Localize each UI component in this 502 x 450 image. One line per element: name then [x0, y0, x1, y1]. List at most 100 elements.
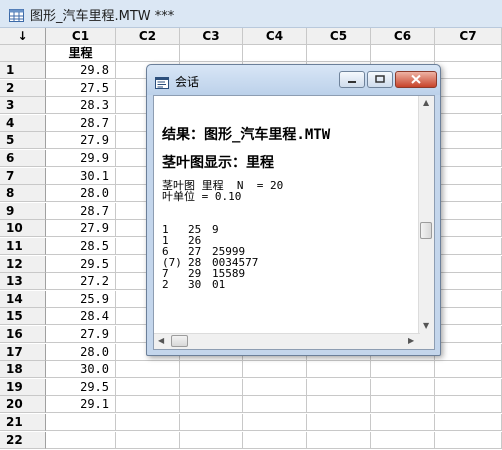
data-cell[interactable]	[435, 273, 502, 291]
session-title-bar[interactable]: 会话	[147, 65, 440, 95]
data-cell[interactable]: 27.9	[46, 220, 116, 238]
data-cell[interactable]	[435, 220, 502, 238]
data-cell[interactable]: 28.3	[46, 97, 116, 115]
row-number[interactable]: 16	[0, 326, 46, 343]
column-header-c1[interactable]: C1	[46, 28, 116, 45]
column-name-c6[interactable]	[371, 45, 435, 62]
data-cell[interactable]	[435, 62, 502, 79]
row-number[interactable]: 1	[0, 62, 46, 79]
data-cell[interactable]	[46, 414, 116, 431]
column-name-c5[interactable]	[307, 45, 371, 62]
data-cell[interactable]	[371, 431, 435, 449]
data-cell[interactable]	[435, 431, 502, 449]
data-cell[interactable]	[116, 396, 180, 414]
row-number[interactable]: 10	[0, 220, 46, 238]
data-cell[interactable]: 29.5	[46, 378, 116, 396]
data-cell[interactable]: 30.1	[46, 167, 116, 185]
data-cell[interactable]	[116, 361, 180, 379]
data-cell[interactable]	[116, 431, 180, 449]
data-cell[interactable]	[307, 361, 371, 379]
data-cell[interactable]	[435, 361, 502, 379]
session-window[interactable]: 会话 结果：图形_汽车里程.MTW 茎叶图显示：里程 茎叶图 里程 N = 20…	[146, 64, 441, 356]
column-name-c2[interactable]	[116, 45, 180, 62]
vertical-scrollbar[interactable]: ▲ ▼	[418, 96, 434, 334]
scroll-right-icon[interactable]: ▶	[408, 337, 414, 345]
data-cell[interactable]: 29.5	[46, 255, 116, 273]
scroll-down-icon[interactable]: ▼	[423, 322, 429, 330]
row-number[interactable]: 17	[0, 343, 46, 361]
data-cell[interactable]	[180, 431, 243, 449]
data-cell[interactable]	[435, 132, 502, 150]
data-cell[interactable]: 28.0	[46, 343, 116, 361]
data-cell[interactable]	[435, 167, 502, 185]
data-cell[interactable]: 30.0	[46, 361, 116, 379]
data-cell[interactable]: 28.5	[46, 238, 116, 255]
row-number[interactable]: 14	[0, 290, 46, 308]
corner-arrow[interactable]: ↓	[0, 28, 46, 45]
data-cell[interactable]	[116, 378, 180, 396]
data-cell[interactable]	[180, 361, 243, 379]
data-cell[interactable]: 29.8	[46, 62, 116, 79]
data-cell[interactable]	[371, 396, 435, 414]
data-cell[interactable]	[180, 396, 243, 414]
data-cell[interactable]: 29.9	[46, 150, 116, 167]
data-cell[interactable]	[435, 79, 502, 97]
minimize-button[interactable]	[339, 71, 365, 88]
column-name-c1[interactable]: 里程	[46, 45, 116, 62]
column-header-c4[interactable]: C4	[243, 28, 307, 45]
data-cell[interactable]	[371, 378, 435, 396]
data-cell[interactable]	[435, 378, 502, 396]
data-cell[interactable]	[435, 97, 502, 115]
data-cell[interactable]: 27.9	[46, 132, 116, 150]
row-number[interactable]: 15	[0, 308, 46, 326]
column-name-c7[interactable]	[435, 45, 502, 62]
horizontal-scroll-thumb[interactable]	[171, 335, 188, 347]
row-number[interactable]: 4	[0, 114, 46, 132]
row-number[interactable]: 18	[0, 361, 46, 379]
column-header-c7[interactable]: C7	[435, 28, 502, 45]
row-number[interactable]: 20	[0, 396, 46, 414]
data-cell[interactable]: 27.9	[46, 326, 116, 343]
row-number[interactable]: 5	[0, 132, 46, 150]
close-button[interactable]	[395, 71, 437, 88]
row-number[interactable]: 7	[0, 167, 46, 185]
column-header-c6[interactable]: C6	[371, 28, 435, 45]
vertical-scroll-thumb[interactable]	[420, 222, 432, 239]
data-cell[interactable]	[243, 378, 307, 396]
data-cell[interactable]	[371, 361, 435, 379]
column-name-c4[interactable]	[243, 45, 307, 62]
column-header-c2[interactable]: C2	[116, 28, 180, 45]
row-number[interactable]: 12	[0, 255, 46, 273]
data-cell[interactable]	[180, 378, 243, 396]
data-cell[interactable]	[435, 202, 502, 220]
data-cell[interactable]	[243, 431, 307, 449]
data-cell[interactable]	[435, 326, 502, 343]
row-number[interactable]: 6	[0, 150, 46, 167]
scroll-up-icon[interactable]: ▲	[423, 99, 429, 107]
data-cell[interactable]	[307, 378, 371, 396]
session-output[interactable]: 结果：图形_汽车里程.MTW 茎叶图显示：里程 茎叶图 里程 N = 20 叶单…	[153, 95, 435, 350]
scroll-left-icon[interactable]: ◀	[158, 337, 164, 345]
row-number[interactable]: 2	[0, 79, 46, 97]
data-cell[interactable]	[180, 414, 243, 431]
row-number[interactable]: 9	[0, 202, 46, 220]
data-cell[interactable]	[435, 290, 502, 308]
data-cell[interactable]	[435, 414, 502, 431]
data-cell[interactable]	[307, 396, 371, 414]
row-number[interactable]: 13	[0, 273, 46, 291]
data-cell[interactable]	[243, 396, 307, 414]
data-cell[interactable]	[243, 361, 307, 379]
maximize-button[interactable]	[367, 71, 393, 88]
data-cell[interactable]	[435, 238, 502, 255]
data-cell[interactable]	[46, 431, 116, 449]
data-cell[interactable]	[435, 308, 502, 326]
column-header-c3[interactable]: C3	[180, 28, 243, 45]
data-cell[interactable]: 28.4	[46, 308, 116, 326]
row-number[interactable]: 21	[0, 414, 46, 431]
data-cell[interactable]	[307, 414, 371, 431]
data-cell[interactable]: 28.0	[46, 185, 116, 203]
row-number[interactable]: 3	[0, 97, 46, 115]
data-cell[interactable]	[435, 114, 502, 132]
horizontal-scrollbar[interactable]: ◀ ▶	[154, 333, 420, 349]
data-cell[interactable]	[371, 414, 435, 431]
